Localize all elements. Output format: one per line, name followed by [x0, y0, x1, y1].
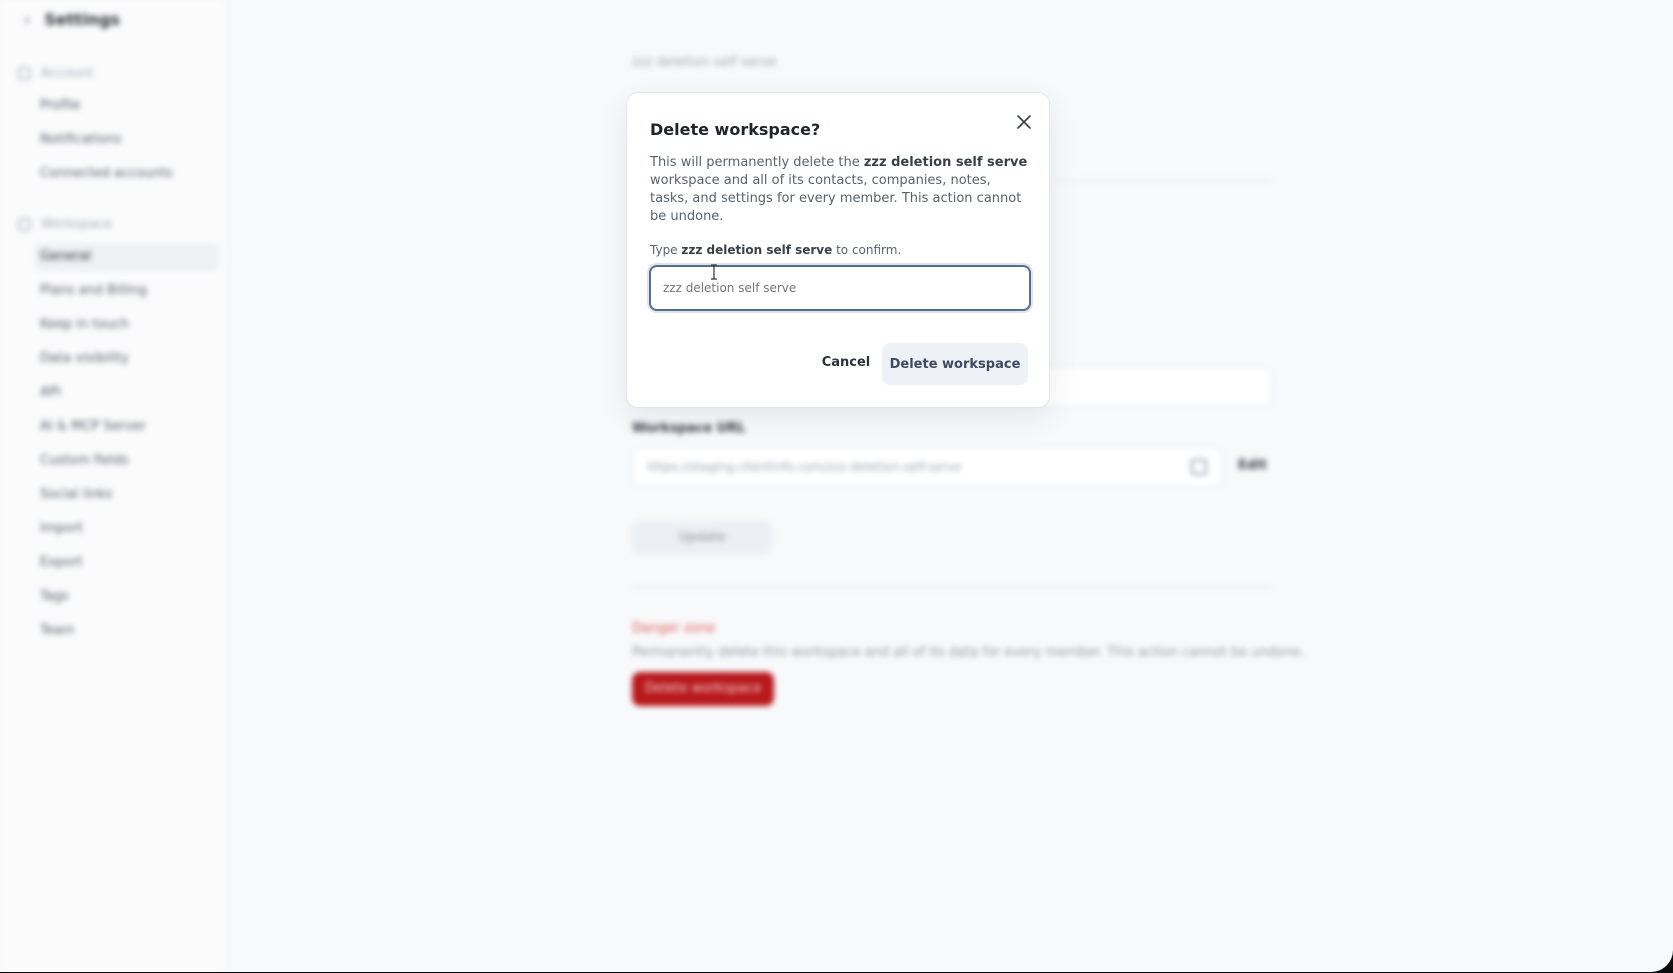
sidebar-item-ai-mcp-server[interactable]: AI & MCP Server: [34, 413, 219, 441]
sidebar-item-tags[interactable]: Tags: [34, 583, 219, 611]
edit-url-button[interactable]: Edit: [1238, 458, 1267, 473]
desc-text: workspace and all of its contacts, compa…: [650, 173, 1022, 224]
sidebar-item-social-links[interactable]: Social links: [34, 481, 219, 509]
delete-workspace-dialog: Delete workspace? This will permanently …: [626, 92, 1050, 408]
confirm-workspace-name: zzz deletion self serve: [681, 243, 833, 257]
desc-text: This will permanently delete the: [650, 155, 864, 170]
dialog-title: Delete workspace?: [650, 120, 821, 139]
confirm-instruction: Type zzz deletion self serve to confirm.: [650, 243, 901, 257]
confirm-name-input[interactable]: [649, 265, 1031, 311]
copy-icon[interactable]: [1191, 459, 1207, 475]
text-cursor-icon: [710, 264, 718, 280]
sidebar-item-notifications[interactable]: Notifications: [34, 126, 219, 154]
section-label: Workspace: [41, 217, 113, 232]
cancel-button[interactable]: Cancel: [803, 342, 889, 382]
app-window: ‹ Settings Account Profile Notifications…: [0, 0, 1673, 972]
close-icon[interactable]: [1013, 111, 1035, 133]
divider: [632, 587, 1272, 588]
danger-zone-description: Permanently delete this workspace and al…: [632, 645, 1305, 660]
settings-sidebar: ‹ Settings Account Profile Notifications…: [0, 0, 226, 972]
user-icon: [18, 67, 31, 80]
building-icon: [18, 218, 31, 231]
sidebar-item-general[interactable]: General: [34, 243, 219, 271]
sidebar-title: Settings: [44, 10, 120, 29]
sidebar-item-team[interactable]: Team: [34, 617, 219, 645]
sidebar-item-api[interactable]: API: [34, 379, 219, 407]
delete-workspace-button-bg[interactable]: Delete workspace: [632, 672, 774, 706]
section-label: Account: [41, 66, 94, 81]
sidebar-item-connected-accounts[interactable]: Connected accounts: [34, 160, 219, 188]
sidebar-item-import[interactable]: Import: [34, 515, 219, 543]
workspace-url-label: Workspace URL: [632, 421, 746, 436]
desc-workspace-name: zzz deletion self serve: [863, 155, 1028, 170]
sidebar-header: ‹ Settings: [24, 10, 120, 29]
workspace-name-heading: zzz deletion self serve: [632, 55, 777, 70]
sidebar-item-export[interactable]: Export: [34, 549, 219, 577]
confirm-text: Type: [650, 243, 682, 257]
sidebar-item-data-visibility[interactable]: Data visibility: [34, 345, 219, 373]
danger-zone-title: Danger zone: [632, 621, 715, 636]
dialog-description: This will permanently delete the zzz del…: [650, 154, 1030, 226]
sidebar-item-plans-billing[interactable]: Plans and Billing: [34, 277, 219, 305]
sidebar-item-custom-fields[interactable]: Custom fields: [34, 447, 219, 475]
workspace-url-value: https://staging.clientinfo.com/zzz-delet…: [647, 460, 962, 474]
confirm-text: to confirm.: [832, 243, 902, 257]
sidebar-item-profile[interactable]: Profile: [34, 92, 219, 120]
update-button[interactable]: Update: [632, 521, 772, 555]
chevron-left-icon[interactable]: ‹: [24, 10, 30, 29]
sidebar-item-keep-in-touch[interactable]: Keep in touch: [34, 311, 219, 339]
workspace-url-field: https://staging.clientinfo.com/zzz-delet…: [632, 447, 1222, 487]
sidebar-section-account: Account: [18, 66, 94, 81]
sidebar-section-workspace: Workspace: [18, 217, 112, 232]
delete-workspace-button[interactable]: Delete workspace: [882, 343, 1028, 385]
